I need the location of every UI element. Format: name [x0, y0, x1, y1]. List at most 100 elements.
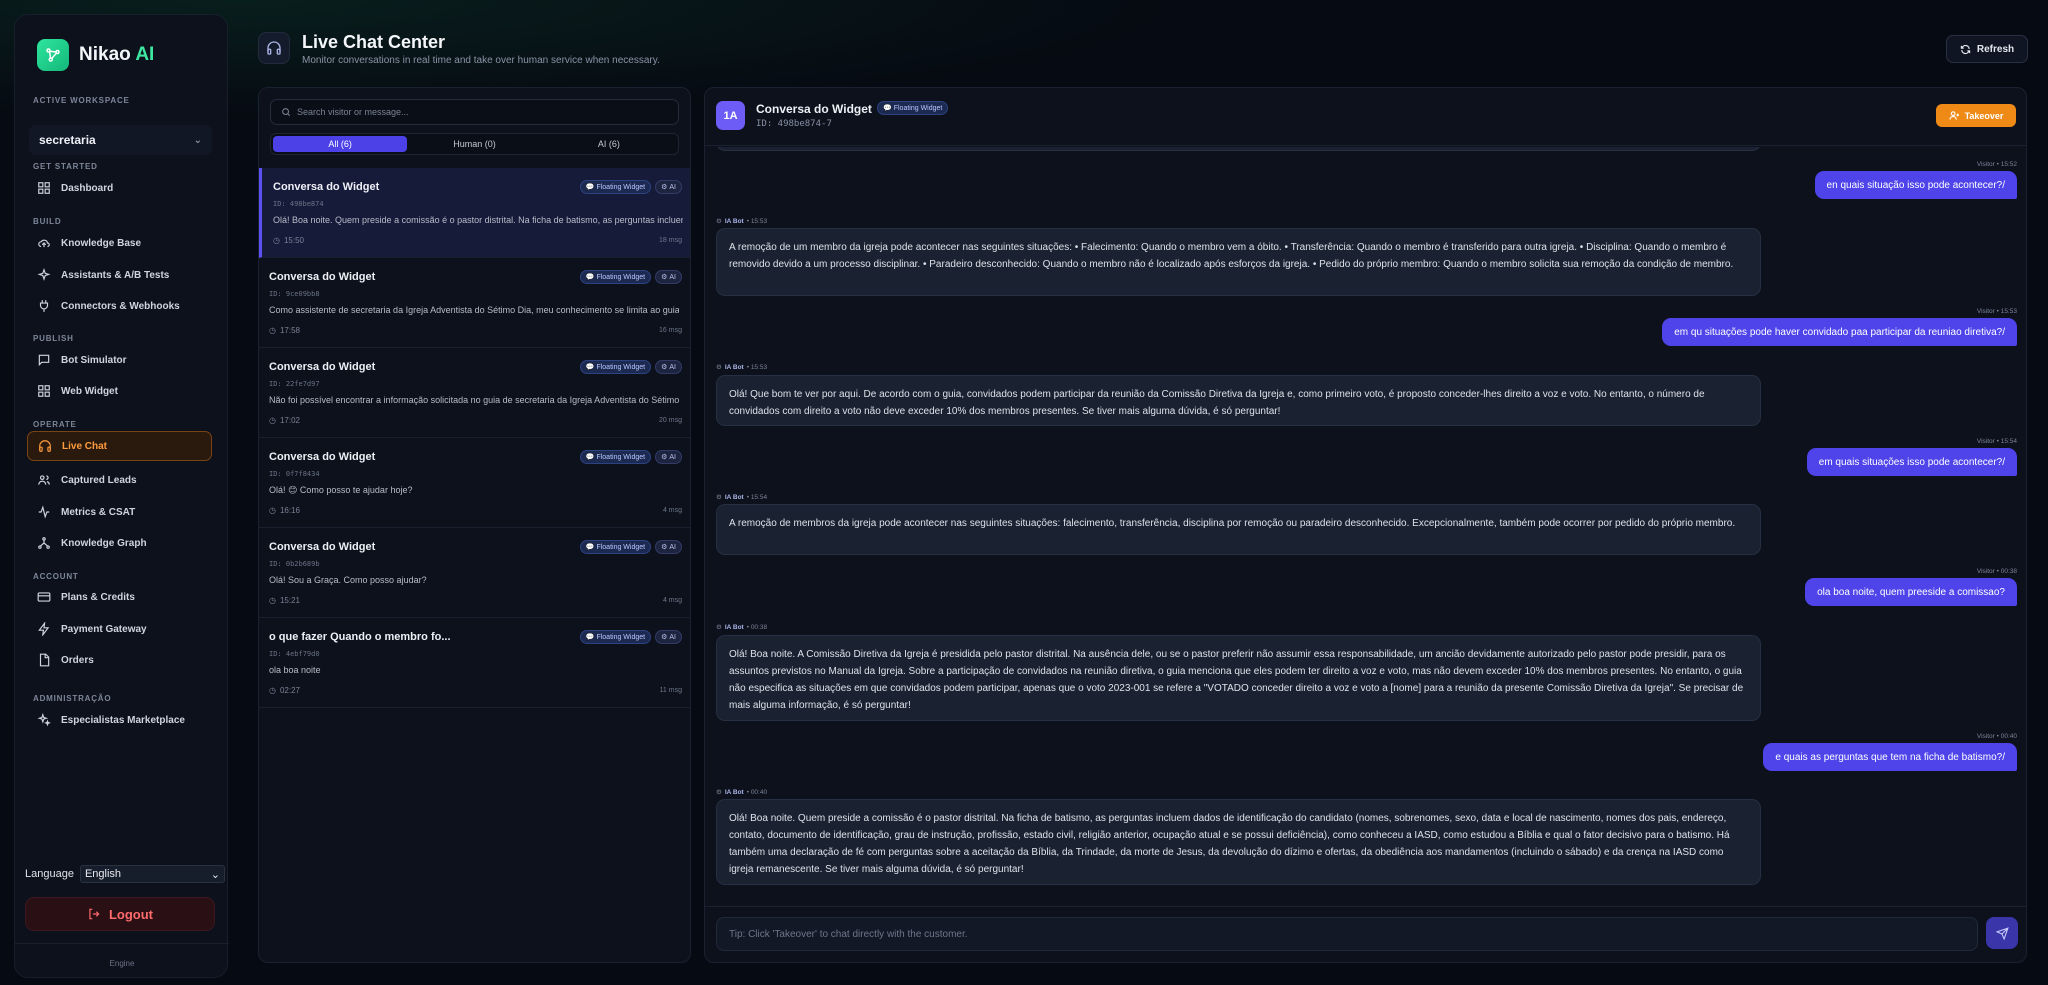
send-icon: [1995, 926, 2009, 940]
conversation-preview: Olá! Boa noite. Quem preside a comissão …: [273, 215, 683, 225]
chat-id: ID: 498be874-7: [756, 119, 832, 129]
nav-plans[interactable]: Plans & Credits: [27, 583, 212, 611]
nav-orders[interactable]: Orders: [27, 646, 212, 674]
previous-message-bubble: [716, 147, 1761, 151]
message-meta: Visitor • 15:52: [1976, 161, 2017, 168]
conversation-time: ◷ 02:27: [269, 686, 301, 695]
avatar: 1A: [716, 101, 745, 130]
nav-label: Knowledge Base: [61, 237, 142, 249]
user-message: em qu situações pode haver convidado paa…: [1662, 318, 2017, 346]
language-value: English: [84, 868, 122, 880]
headphones-icon: [39, 440, 51, 452]
user-message: em quais situações isso pode acontecer?/: [1806, 448, 2017, 476]
nav-label: Plans & Credits: [61, 591, 135, 603]
ai-badge: ⚙ AI: [655, 450, 682, 464]
chat-icon: [38, 354, 50, 367]
nav-live-chat[interactable]: Live Chat: [27, 431, 212, 461]
ai-badge: ⚙ AI: [655, 180, 682, 194]
refresh-button[interactable]: Refresh: [1946, 35, 2028, 63]
conversation-badges: 💬 Floating Widget ⚙ AI: [579, 450, 682, 464]
search-placeholder: Search visitor or message...: [297, 107, 409, 117]
graph-icon: [38, 537, 50, 549]
send-button[interactable]: [1986, 917, 2018, 949]
conversation-badges: 💬 Floating Widget ⚙ AI: [579, 270, 682, 284]
language-select[interactable]: English ⌄: [79, 865, 225, 883]
nav-connectors[interactable]: Connectors & Webhooks: [27, 292, 212, 320]
nav-payment[interactable]: Payment Gateway: [27, 615, 212, 643]
activity-icon: [38, 505, 50, 519]
chat-title: Conversa do Widget: [756, 102, 872, 116]
message-list[interactable]: Visitor • 15:52 en quais situação isso p…: [705, 147, 2026, 905]
conversation-time: ◷ 17:58: [269, 326, 301, 335]
conversation-item[interactable]: Conversa do Widget 💬 Floating Widget ⚙ A…: [259, 168, 690, 258]
message-input[interactable]: Tip: Click 'Takeover' to chat directly w…: [716, 917, 1978, 951]
chat-panel: 1A Conversa do Widget 💬 Floating Widget …: [704, 87, 2027, 963]
conversation-item[interactable]: Conversa do Widget 💬 Floating Widget ⚙ A…: [259, 438, 690, 528]
bot-icon: ⚙: [716, 364, 722, 371]
cloud-upload-icon: [38, 239, 50, 248]
nav-marketplace[interactable]: Especialistas Marketplace: [27, 706, 212, 734]
tab-human[interactable]: Human (0): [407, 136, 541, 152]
dashboard-icon: [38, 182, 50, 194]
refresh-icon: [1960, 44, 1971, 54]
floating-widget-badge: 💬 Floating Widget: [579, 540, 652, 554]
section-get-started: GET STARTED: [33, 162, 98, 171]
floating-widget-badge: 💬 Floating Widget: [877, 101, 949, 115]
conversation-list-panel: Search visitor or message... All (6) Hum…: [258, 87, 691, 963]
clock-icon: ◷: [269, 596, 276, 605]
conversation-item[interactable]: Conversa do Widget 💬 Floating Widget ⚙ A…: [259, 348, 690, 438]
nav-label: Payment Gateway: [61, 623, 147, 635]
conversation-item[interactable]: Conversa do Widget 💬 Floating Widget ⚙ A…: [259, 258, 690, 348]
engine-label: Engine: [109, 959, 135, 968]
workspace-select[interactable]: secretaria ⌄: [29, 125, 212, 155]
conversation-title: o que fazer Quando o membro fo...: [269, 631, 451, 643]
search-icon: [282, 108, 291, 117]
section-operate: OPERATE: [33, 420, 77, 429]
nav-assistants[interactable]: Assistants & A/B Tests: [27, 261, 212, 289]
tab-ai[interactable]: AI (6): [542, 136, 676, 152]
logout-icon: [89, 908, 100, 920]
nav-label: Bot Simulator: [61, 354, 127, 366]
ai-badge: ⚙ AI: [655, 270, 682, 284]
user-plus-icon: [1948, 111, 1959, 120]
tab-all[interactable]: All (6): [273, 136, 408, 152]
nav-knowledge-base[interactable]: Knowledge Base: [27, 229, 212, 257]
message-count: 20 msg: [659, 417, 682, 424]
conversation-title: Conversa do Widget: [269, 541, 376, 553]
headphones-icon: [258, 32, 290, 64]
nav-captured-leads[interactable]: Captured Leads: [27, 466, 212, 494]
conversation-preview: Como assistente de secretaria da Igreja …: [269, 305, 679, 315]
conversation-item[interactable]: o que fazer Quando o membro fo... 💬 Floa…: [259, 618, 690, 708]
floating-widget-badge: 💬 Floating Widget: [579, 180, 652, 194]
language-label: Language: [25, 868, 74, 880]
message-meta: ⚙ IA Bot • 15:53: [716, 217, 768, 226]
nav-metrics[interactable]: Metrics & CSAT: [27, 498, 212, 526]
search-input[interactable]: Search visitor or message...: [270, 99, 679, 125]
conversation-id: ID: 9ce09bb8: [269, 290, 320, 298]
user-message: en quais situação isso pode acontecer?/: [1814, 171, 2017, 199]
filter-tabs: All (6) Human (0) AI (6): [270, 133, 679, 155]
brand[interactable]: Nikao AI: [37, 39, 154, 71]
nav-web-widget[interactable]: Web Widget: [27, 377, 212, 405]
chevron-down-icon: ⌄: [193, 134, 202, 146]
conversation-time: ◷ 15:21: [269, 596, 301, 605]
message-meta: Visitor • 15:54: [1976, 438, 2017, 445]
message-count: 18 msg: [659, 237, 682, 244]
nav-bot-simulator[interactable]: Bot Simulator: [27, 346, 212, 374]
conversation-item[interactable]: Conversa do Widget 💬 Floating Widget ⚙ A…: [259, 528, 690, 618]
logout-button[interactable]: Logout: [25, 897, 215, 931]
brand-name: Nikao AI: [79, 44, 155, 65]
nav-label: Connectors & Webhooks: [61, 300, 180, 312]
floating-widget-badge: 💬 Floating Widget: [579, 450, 652, 464]
user-message: e quais as perguntas que tem na ficha de…: [1763, 743, 2017, 771]
nav-knowledge-graph[interactable]: Knowledge Graph: [27, 529, 212, 557]
widget-icon: [38, 385, 50, 397]
nav-dashboard[interactable]: Dashboard: [27, 174, 212, 202]
sparkles-icon: [37, 713, 51, 727]
takeover-button[interactable]: Takeover: [1936, 104, 2016, 127]
message-meta: Visitor • 00:40: [1976, 733, 2017, 740]
users-icon: [38, 475, 50, 485]
divider: [15, 943, 229, 944]
lightning-icon: [38, 622, 50, 636]
conversation-badges: 💬 Floating Widget ⚙ AI: [579, 630, 682, 644]
